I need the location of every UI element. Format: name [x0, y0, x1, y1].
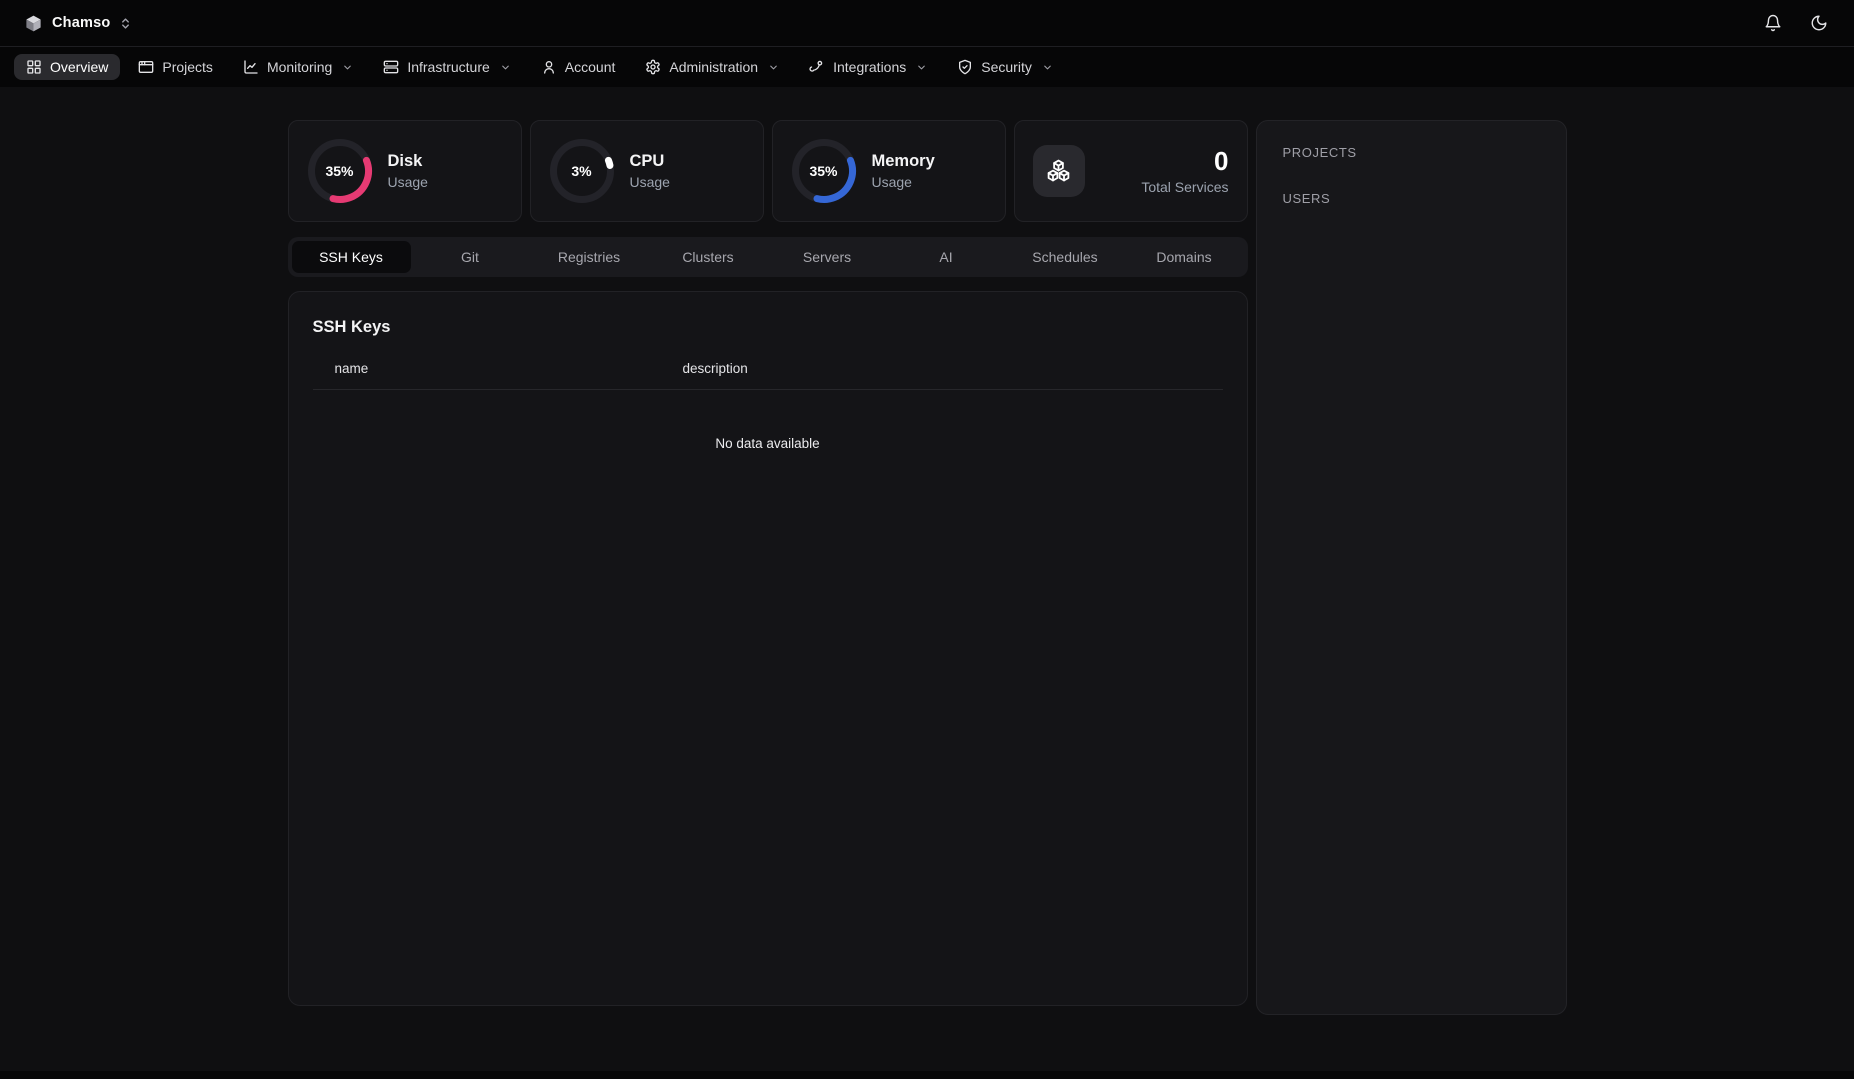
nav-item-administration[interactable]: Administration — [633, 54, 791, 80]
tab-ssh-keys[interactable]: SSH Keys — [292, 241, 411, 273]
cpu-card-title: CPU — [630, 152, 670, 171]
total-services-card: 0 Total Services — [1014, 120, 1248, 222]
column-header-name: name — [335, 361, 683, 376]
ssh-keys-panel: SSH Keys name description No data availa… — [288, 291, 1248, 1006]
column-header-description: description — [683, 361, 748, 376]
nav-label: Security — [981, 59, 1032, 75]
table-header-row: name description — [313, 361, 1223, 376]
bell-icon — [1764, 14, 1782, 32]
cpu-card-subtitle: Usage — [630, 174, 670, 190]
tab-registries[interactable]: Registries — [530, 241, 649, 273]
memory-card-title: Memory — [872, 152, 935, 171]
nav-label: Administration — [669, 59, 758, 75]
gear-icon — [645, 59, 661, 75]
nav-label: Account — [565, 59, 616, 75]
server-icon — [383, 59, 399, 75]
tab-domains[interactable]: Domains — [1125, 241, 1244, 273]
content-area: 35% Disk Usage 3% — [0, 87, 1854, 1015]
disk-card-subtitle: Usage — [388, 174, 428, 190]
nav-label: Integrations — [833, 59, 906, 75]
total-services-label: Total Services — [1141, 179, 1228, 195]
chevron-down-icon — [342, 62, 353, 73]
table-divider — [313, 389, 1223, 390]
nav-item-security[interactable]: Security — [945, 54, 1065, 80]
brand-name: Chamso — [52, 15, 110, 31]
memory-usage-card: 35% Memory Usage — [772, 120, 1006, 222]
tab-ai[interactable]: AI — [887, 241, 1006, 273]
topbar-actions — [1762, 12, 1830, 34]
resource-tabs: SSH Keys Git Registries Clusters Servers… — [288, 237, 1248, 277]
tab-schedules[interactable]: Schedules — [1006, 241, 1125, 273]
disk-percent-label: 35% — [307, 138, 373, 204]
disk-usage-ring: 35% — [307, 138, 373, 204]
moon-icon — [1810, 14, 1828, 32]
bottom-edge-strip — [0, 1071, 1854, 1079]
layout-grid-icon — [26, 59, 42, 75]
theme-toggle-button[interactable] — [1808, 12, 1830, 34]
chevron-down-icon — [500, 62, 511, 73]
right-sidebar: PROJECTS USERS — [1256, 120, 1567, 1015]
app-window-icon — [138, 59, 154, 75]
cpu-percent-label: 3% — [549, 138, 615, 204]
workspace-selector[interactable]: Chamso — [24, 14, 132, 33]
notifications-button[interactable] — [1762, 12, 1784, 34]
tab-servers[interactable]: Servers — [768, 241, 887, 273]
main-column: 35% Disk Usage 3% — [288, 120, 1248, 1006]
chevron-down-icon — [768, 62, 779, 73]
nav-item-infrastructure[interactable]: Infrastructure — [371, 54, 522, 80]
memory-percent-label: 35% — [791, 138, 857, 204]
chevron-down-icon — [916, 62, 927, 73]
user-icon — [541, 59, 557, 75]
empty-state-message: No data available — [313, 436, 1223, 451]
memory-usage-ring: 35% — [791, 138, 857, 204]
shield-check-icon — [957, 59, 973, 75]
sidebar-section-projects: PROJECTS — [1283, 145, 1540, 160]
stats-row: 35% Disk Usage 3% — [288, 120, 1248, 222]
nav-item-projects[interactable]: Projects — [126, 54, 225, 80]
total-services-value: 0 — [1141, 147, 1228, 176]
tab-clusters[interactable]: Clusters — [649, 241, 768, 273]
cpu-usage-ring: 3% — [549, 138, 615, 204]
nav-label: Monitoring — [267, 59, 332, 75]
cpu-usage-card: 3% CPU Usage — [530, 120, 764, 222]
disk-card-title: Disk — [388, 152, 428, 171]
disk-usage-card: 35% Disk Usage — [288, 120, 522, 222]
nav-item-integrations[interactable]: Integrations — [797, 54, 939, 80]
main-nav: Overview Projects Monitoring Infrastruct… — [0, 47, 1854, 87]
line-chart-icon — [243, 59, 259, 75]
nav-item-overview[interactable]: Overview — [14, 54, 120, 80]
nav-item-account[interactable]: Account — [529, 54, 628, 80]
sidebar-section-users: USERS — [1283, 191, 1540, 206]
nav-label: Overview — [50, 59, 108, 75]
webhook-icon — [809, 59, 825, 75]
panel-title: SSH Keys — [313, 318, 1223, 337]
app-logo-icon — [24, 14, 43, 33]
top-header: Chamso — [0, 0, 1854, 47]
memory-card-subtitle: Usage — [872, 174, 935, 190]
nav-label: Infrastructure — [407, 59, 489, 75]
nav-item-monitoring[interactable]: Monitoring — [231, 54, 365, 80]
nav-label: Projects — [162, 59, 213, 75]
chevrons-up-down-icon — [119, 17, 132, 30]
boxes-icon — [1033, 145, 1085, 197]
chevron-down-icon — [1042, 62, 1053, 73]
tab-git[interactable]: Git — [411, 241, 530, 273]
